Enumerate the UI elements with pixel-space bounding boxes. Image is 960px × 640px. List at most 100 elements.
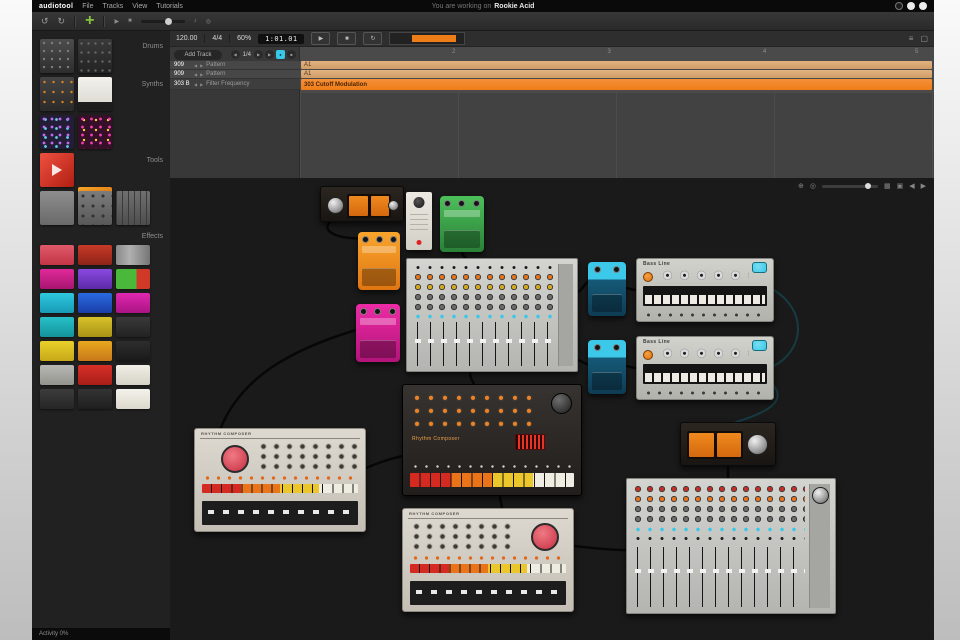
center-view-icon[interactable]: ⊕ — [798, 182, 804, 190]
keyboard-keys[interactable] — [645, 295, 765, 304]
effect-thumbnail[interactable] — [78, 245, 112, 265]
pedal-footswitch[interactable] — [362, 268, 396, 286]
device-thumbnail-drum-sampler[interactable] — [78, 39, 112, 73]
magenta-pedal[interactable] — [356, 304, 400, 362]
play-button[interactable]: ▶ — [311, 32, 330, 45]
add-device-button[interactable]: + — [85, 14, 94, 28]
effect-thumbnail[interactable] — [116, 245, 150, 265]
monitor-icon[interactable]: ◎ — [206, 18, 211, 25]
menu-file[interactable]: File — [82, 3, 93, 10]
pedal-footswitch[interactable] — [444, 230, 480, 248]
undo-icon[interactable]: ↺ — [41, 17, 49, 26]
effect-thumbnail[interactable] — [116, 317, 150, 337]
category-synths[interactable]: Synths — [142, 81, 163, 88]
loop-button[interactable]: ↻ — [363, 32, 382, 45]
pedal-knob[interactable] — [473, 200, 480, 207]
effect-thumbnail[interactable] — [78, 341, 112, 361]
snap-next-icon[interactable]: ▶ — [254, 50, 263, 59]
toolbar-slider-handle[interactable] — [165, 18, 172, 25]
pedal-knob[interactable] — [374, 308, 381, 315]
effect-thumbnail[interactable] — [78, 365, 112, 385]
effect-thumbnail[interactable] — [116, 389, 150, 409]
effect-thumbnail[interactable] — [40, 317, 74, 337]
pedal-knob[interactable] — [360, 308, 367, 315]
effect-thumbnail[interactable] — [78, 269, 112, 289]
compressor-knob[interactable] — [747, 434, 768, 455]
fader-bank[interactable] — [632, 547, 805, 607]
device-thumbnail-player-red[interactable] — [40, 153, 74, 187]
track-row-303[interactable]: 303 B ◀ ▶ Filter Frequency — [170, 79, 300, 90]
knob-grid[interactable] — [410, 522, 511, 552]
device-thumbnail-crossfade[interactable] — [78, 191, 112, 225]
device-thumbnail-synth-colorful[interactable] — [78, 115, 112, 149]
mini-stop-icon[interactable]: ■ — [128, 18, 132, 24]
mixer-device-bottom[interactable] — [626, 478, 836, 614]
next-pattern-icon[interactable]: ▶ — [200, 72, 203, 77]
effect-thumbnail[interactable] — [40, 293, 74, 313]
device-thumbnail-beatbox[interactable] — [40, 77, 74, 111]
effect-thumbnail[interactable] — [78, 389, 112, 409]
step-button-row[interactable] — [410, 564, 566, 573]
keyboard-keys[interactable] — [645, 373, 765, 382]
redo-icon[interactable]: ↻ — [58, 17, 66, 26]
pedal-knob[interactable] — [613, 344, 620, 351]
menu-tracks[interactable]: Tracks — [102, 3, 123, 10]
pedal-knob[interactable] — [594, 344, 601, 351]
effect-thumbnail[interactable] — [116, 293, 150, 313]
mixer-device-top[interactable] — [406, 258, 578, 372]
audiotool-logo[interactable]: audiotool — [39, 3, 73, 10]
preset-badge[interactable] — [752, 340, 767, 351]
knob-row-orange[interactable] — [632, 495, 805, 504]
rhythm-composer-bottom[interactable]: RHYTHM COMPOSER — [402, 508, 574, 612]
category-effects[interactable]: Effects — [142, 233, 163, 240]
song-overview[interactable] — [389, 32, 465, 45]
device-thumbnail-tonematrix[interactable] — [40, 115, 74, 149]
pedal-knob[interactable] — [594, 266, 601, 273]
time-signature-display[interactable]: 4/4 — [212, 35, 222, 42]
master-section[interactable] — [558, 264, 573, 366]
snap-prev-icon[interactable]: ◀ — [231, 50, 240, 59]
add-track-button[interactable]: Add Track — [174, 50, 222, 60]
pedal-knob[interactable] — [458, 200, 465, 207]
effect-thumbnail[interactable] — [78, 293, 112, 313]
green-pedal[interactable] — [440, 196, 484, 252]
pedal-knob[interactable] — [389, 308, 396, 315]
step-button-row[interactable] — [643, 311, 767, 319]
effect-thumbnail[interactable] — [116, 269, 150, 289]
category-drums[interactable]: Drums — [142, 43, 163, 50]
compressor-small-knob[interactable] — [388, 200, 399, 211]
prev-pattern-icon[interactable]: ◀ — [194, 82, 197, 87]
effect-thumbnail[interactable] — [40, 269, 74, 289]
knob-grid[interactable] — [257, 442, 358, 472]
blue-pedal-top[interactable] — [588, 262, 626, 316]
scroll-right-icon[interactable]: ▶ — [921, 182, 926, 190]
tempo-display[interactable]: 120.00 — [176, 35, 197, 42]
compressor-knob[interactable] — [327, 197, 344, 214]
prev-pattern-icon[interactable]: ◀ — [194, 63, 197, 68]
clip-909-a[interactable]: A1 — [301, 61, 932, 69]
device-thumbnail-drum-machine[interactable] — [40, 39, 74, 73]
orange-pedal[interactable] — [358, 232, 400, 290]
pattern-stop-icon[interactable]: ■ — [287, 50, 296, 59]
tempo-knob[interactable] — [551, 393, 572, 414]
effect-thumbnail[interactable] — [78, 317, 112, 337]
pedal-knob[interactable] — [362, 236, 369, 243]
effect-thumbnail[interactable] — [40, 341, 74, 361]
stop-button[interactable]: ■ — [337, 32, 356, 45]
utility-module[interactable] — [406, 192, 432, 250]
focus-icon[interactable]: ◎ — [810, 182, 816, 190]
menu-view[interactable]: View — [132, 3, 147, 10]
zoom-slider[interactable] — [822, 185, 878, 188]
list-view-icon[interactable]: ≡ — [909, 34, 914, 43]
fader-strip[interactable] — [410, 581, 566, 605]
knob-grid[interactable] — [410, 392, 537, 430]
knob-row-orange[interactable] — [412, 273, 555, 282]
pedal-knob[interactable] — [613, 266, 620, 273]
keyboard-panel[interactable] — [643, 364, 767, 384]
desktop-workspace[interactable]: ⊕ ◎ ▦ ▣ ◀ ▶ — [170, 178, 934, 640]
notifications-icon[interactable] — [895, 2, 903, 10]
step-button-row[interactable] — [643, 389, 767, 397]
clip-303-automation[interactable]: 303 Cutoff Modulation — [301, 79, 932, 90]
button-row-cyan[interactable] — [412, 313, 555, 320]
account-icon[interactable] — [919, 2, 927, 10]
